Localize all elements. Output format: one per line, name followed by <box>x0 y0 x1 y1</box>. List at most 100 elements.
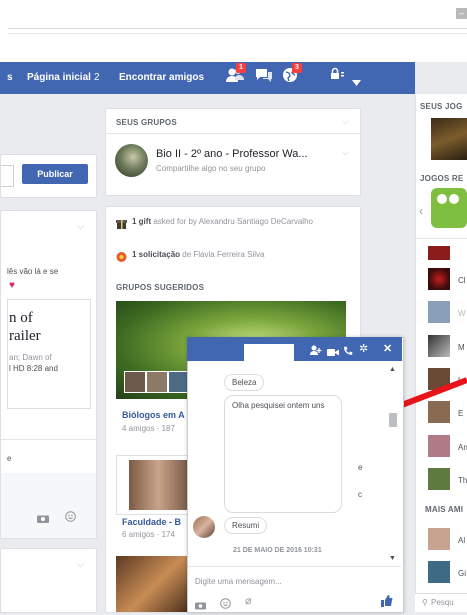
app-request-text[interactable]: 1 solicitação de Flavia Ferreira Silva <box>132 250 265 259</box>
contact-name[interactable]: Th <box>458 476 467 485</box>
chevron-down-icon[interactable]: ⌵ <box>342 116 349 127</box>
divider <box>8 28 467 29</box>
carousel-left-chevron-icon[interactable]: ‹ <box>419 204 423 218</box>
link-preview[interactable]: n of railer an; Dawn of l HD 8:28 and <box>7 299 91 409</box>
scroll-down-icon[interactable]: ▼ <box>389 555 396 562</box>
nav-home-link[interactable]: Página inicial <box>27 72 91 83</box>
contact-avatar[interactable] <box>428 561 450 583</box>
contact-avatar[interactable] <box>428 246 450 260</box>
contact-name[interactable]: E <box>458 409 463 418</box>
notifications-globe-icon[interactable]: 3 <box>282 63 302 89</box>
scroll-up-icon[interactable]: ▲ <box>389 366 396 373</box>
contact-avatar[interactable] <box>428 435 450 457</box>
chat-header-mask <box>244 344 294 364</box>
suggested-group-meta: 6 amigos · 174 <box>122 530 175 539</box>
sidebar-search[interactable]: ⚲ Pesqu <box>415 593 467 612</box>
camera-icon[interactable] <box>37 510 49 528</box>
section-heading: GRUPOS SUGERIDOS <box>116 283 205 292</box>
link-description: an; Dawn of <box>9 353 52 362</box>
chat-message: Resumi <box>224 517 268 534</box>
divider <box>8 33 467 34</box>
suggested-group-meta: 4 amigos · 187 <box>122 424 175 433</box>
composer-card: Publicar <box>0 154 97 198</box>
group-avatar[interactable] <box>115 144 148 177</box>
publish-button[interactable]: Publicar <box>22 164 88 184</box>
game-eye-icon <box>437 194 447 204</box>
add-people-icon[interactable] <box>310 343 322 361</box>
messages-icon[interactable] <box>255 67 273 89</box>
request-detail: de Flavia Ferreira Silva <box>180 250 265 259</box>
comment-area <box>1 473 96 538</box>
contact-name[interactable]: W <box>458 309 466 318</box>
contact-avatar[interactable] <box>428 335 450 357</box>
emoji-icon[interactable] <box>65 509 76 527</box>
contact-avatar[interactable] <box>428 468 450 490</box>
heart-icon: ♥ <box>9 280 15 291</box>
contact-avatar[interactable] <box>428 528 450 550</box>
chat-scrollbar-thumb[interactable] <box>389 413 397 427</box>
camera-icon[interactable] <box>195 597 206 615</box>
divider <box>415 238 467 239</box>
friend-avatar[interactable] <box>193 516 215 538</box>
contact-name[interactable]: M <box>458 343 465 352</box>
friend-requests-badge: 1 <box>236 63 246 73</box>
contact-avatar[interactable] <box>428 268 450 290</box>
suggested-group-name[interactable]: Biólogos em A <box>122 410 185 420</box>
close-icon[interactable]: ✕ <box>383 342 392 355</box>
game-eye-icon <box>449 194 459 204</box>
your-groups-card: SEUS GRUPOS ⌵ Bio II - 2º ano - Professo… <box>105 108 361 196</box>
divider <box>188 566 401 567</box>
games-heading: SEUS JOG <box>420 102 463 111</box>
post-text: lês vão lá e se <box>7 267 59 276</box>
chat-message-text: c <box>358 490 362 499</box>
chat-message-text: Olha pesquisei ontem uns <box>232 401 325 410</box>
composer-input[interactable] <box>1 165 14 187</box>
nav-home-count: 2 <box>94 72 100 83</box>
privacy-lock-icon[interactable] <box>330 67 352 89</box>
message-input[interactable]: Digite uma mensagem... <box>195 577 282 586</box>
feed-post-card: ⌵ <box>0 548 97 613</box>
group-name-link[interactable]: Bio II - 2º ano - Professor Wa... <box>156 148 308 160</box>
post-options-chevron-icon[interactable]: ⌵ <box>77 221 84 232</box>
gift-request-text[interactable]: 1 gift asked for by Alexandru Santiago D… <box>132 216 340 227</box>
voice-call-icon[interactable] <box>343 343 353 361</box>
attachment-icon[interactable]: ⌀ <box>245 594 252 607</box>
chat-date-separator: 21 DE MAIO DE 2016 10:31 <box>233 547 322 554</box>
notifications-badge: 3 <box>292 63 302 73</box>
chat-message-text: e <box>358 463 363 472</box>
nav-find-friends-link[interactable]: Encontrar amigos <box>119 72 204 83</box>
contact-avatar[interactable] <box>428 401 450 423</box>
account-menu-chevron-icon[interactable] <box>352 73 361 91</box>
contact-name[interactable]: Gi <box>458 569 466 578</box>
post-options-chevron-icon[interactable]: ⌵ <box>77 559 84 570</box>
post-action-text: e <box>7 454 12 463</box>
chevron-down-icon[interactable]: ⌵ <box>342 147 349 158</box>
suggested-group-photo[interactable] <box>116 556 196 612</box>
contact-name[interactable]: Cl <box>458 276 466 285</box>
nav-cut-text: s <box>7 72 13 83</box>
chat-message: Beleza <box>224 374 265 391</box>
chat-header[interactable]: ✲ ✕ <box>187 337 402 361</box>
like-thumb-icon[interactable] <box>381 594 393 612</box>
contact-name[interactable]: Al <box>458 536 465 545</box>
contact-name[interactable]: An <box>458 443 467 452</box>
browser-top-strip: – <box>0 0 467 62</box>
game-thumbnail[interactable] <box>431 118 467 160</box>
request-count: 1 solicitação <box>132 250 181 259</box>
suggested-group-name[interactable]: Faculdade - B <box>122 517 181 527</box>
window-button-icon[interactable]: – <box>456 8 467 19</box>
emoji-icon[interactable] <box>220 596 231 614</box>
contact-avatar[interactable] <box>428 301 450 323</box>
app-request-icon <box>116 249 127 267</box>
search-icon: ⚲ <box>422 598 428 607</box>
group-subtitle: Compartilhe algo no seu grupo <box>156 164 266 173</box>
settings-gear-icon[interactable]: ✲ <box>359 342 368 355</box>
link-description: l HD 8:28 and <box>9 364 58 373</box>
divider <box>106 133 360 134</box>
friend-requests-icon[interactable]: 1 <box>226 63 246 89</box>
section-heading: SEUS GRUPOS <box>116 118 177 127</box>
gift-icon <box>116 216 127 234</box>
video-call-icon[interactable] <box>327 344 339 362</box>
game-thumbnail[interactable] <box>431 188 467 228</box>
sidebar-search-placeholder: Pesqu <box>431 598 454 607</box>
